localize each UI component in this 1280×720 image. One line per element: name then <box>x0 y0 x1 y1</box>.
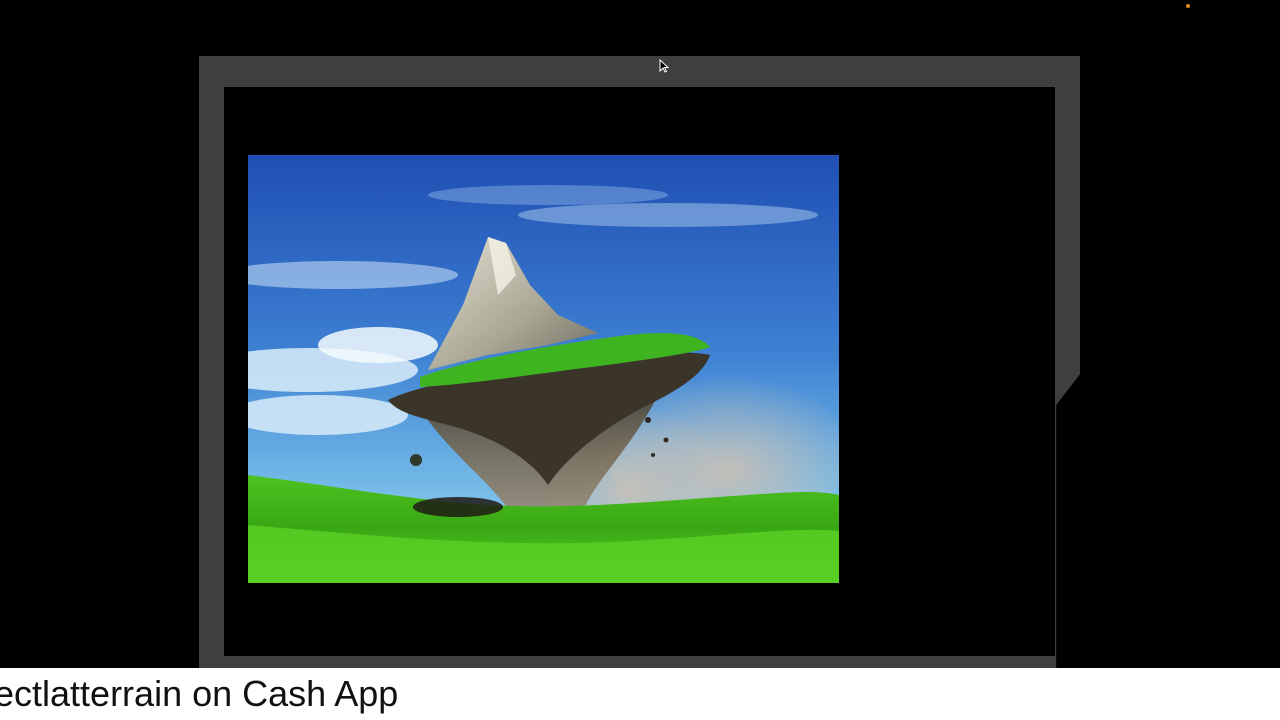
ticker-text: ectlatterrain on Cash App <box>0 673 399 714</box>
video-stage <box>0 0 1280 668</box>
scrolling-ticker: ectlatterrain on Cash App <box>0 668 1280 720</box>
mouse-pointer-icon <box>659 59 669 73</box>
floating-island-image <box>248 155 839 583</box>
frame-bottom-edge <box>224 656 840 668</box>
recording-dot-icon <box>1186 4 1190 8</box>
